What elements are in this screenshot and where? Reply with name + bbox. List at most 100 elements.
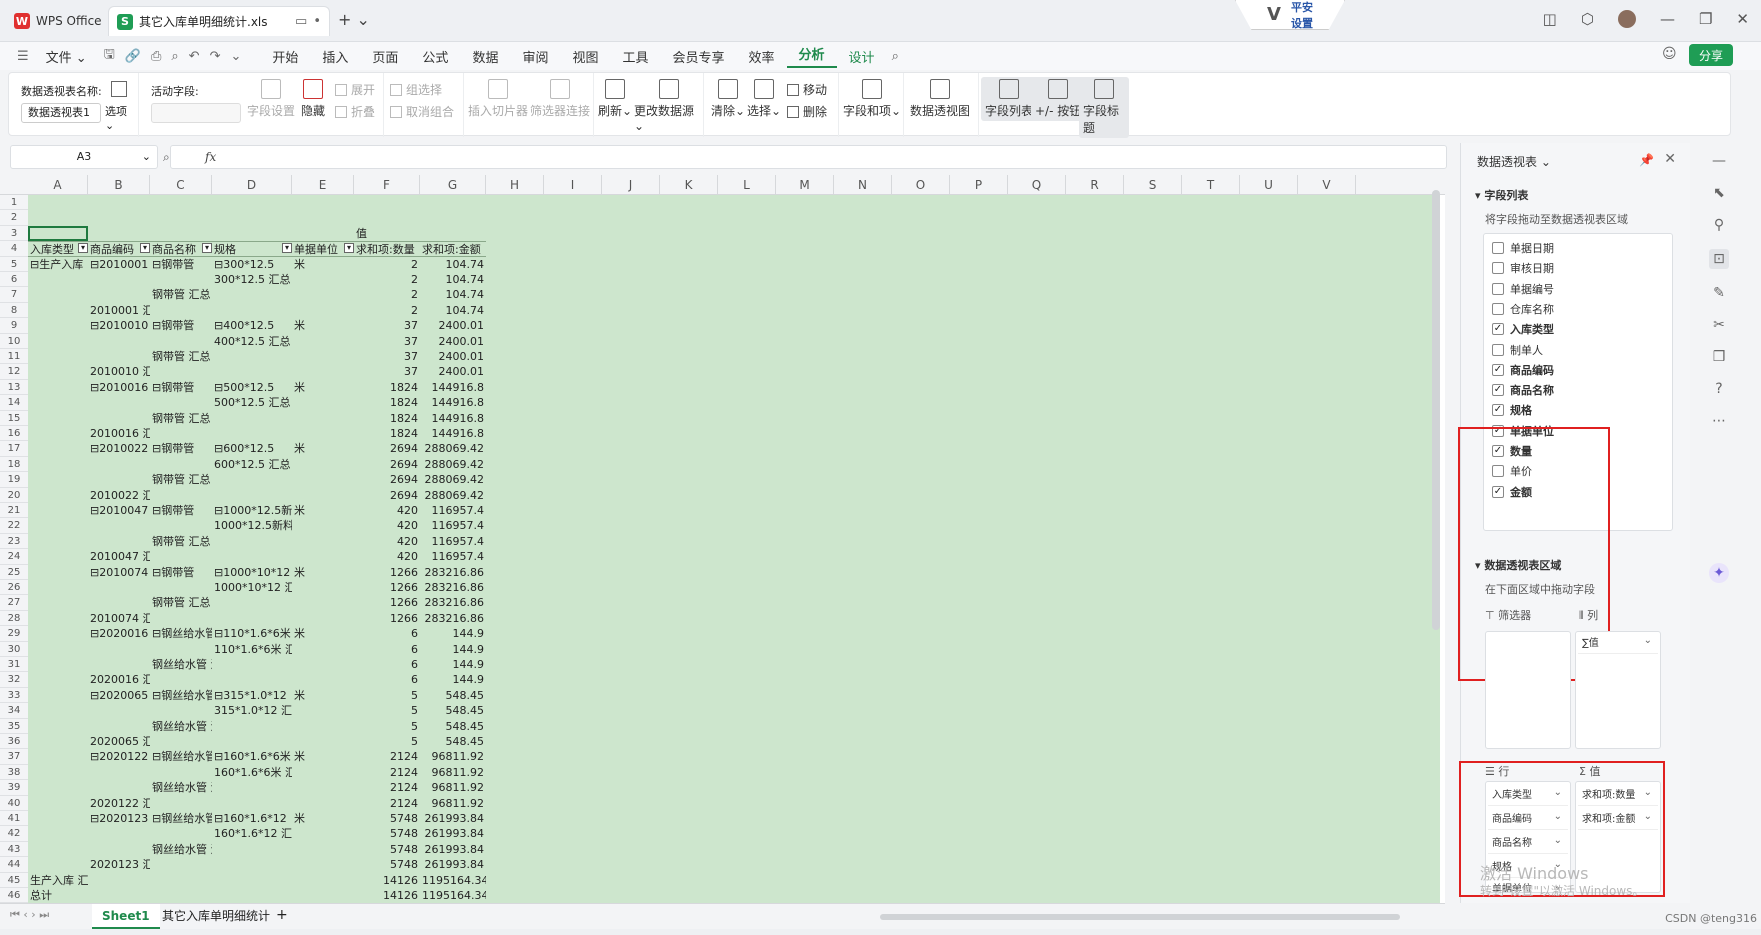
row-header[interactable]: 8 <box>0 302 28 319</box>
pivot-cell[interactable]: ⊟钢丝给水管 <box>150 749 212 764</box>
column-header[interactable]: M <box>776 175 834 195</box>
wps-home-tab[interactable]: W WPS Office <box>6 8 110 34</box>
pivot-cell[interactable]: 5748 <box>354 826 420 841</box>
book-icon[interactable]: ❒ <box>1709 347 1729 367</box>
options-icon[interactable] <box>111 81 127 97</box>
pivot-cell[interactable]: ⊟315*1.0*12 <box>212 688 292 703</box>
active-field-input[interactable] <box>151 103 241 123</box>
pivot-cell[interactable]: 2694 <box>354 441 420 456</box>
insert-slicer-button[interactable]: 插入切片器 <box>468 79 528 119</box>
row-header[interactable]: 28 <box>0 610 28 627</box>
pivot-cell[interactable]: 288069.42 <box>420 441 486 456</box>
screen-icon[interactable]: ▭ <box>295 14 307 29</box>
pivot-cell[interactable]: 2020016 汇总 <box>88 672 150 687</box>
pivot-cell[interactable]: 钢带管 汇总 <box>150 411 212 426</box>
top-badge[interactable]: V 平安 设置 <box>1235 0 1345 30</box>
field-item[interactable]: ✓ 商品名称 <box>1492 382 1554 398</box>
pivot-cell[interactable]: ⊟110*1.6*6米 <box>212 626 292 641</box>
row-header[interactable]: 42 <box>0 826 28 842</box>
pivot-cell[interactable]: ⊟2010001 <box>88 257 150 272</box>
row-header[interactable]: 9 <box>0 318 28 334</box>
filter-dropdown-icon[interactable]: ▾ <box>344 243 354 254</box>
pivot-cell[interactable]: 500*12.5 汇总 <box>212 395 292 410</box>
pivot-cell[interactable]: 1000*12.5新料 汇总 <box>212 518 292 533</box>
expand-button[interactable]: 展开 <box>335 81 375 98</box>
pivot-cell[interactable]: ⊟钢带管 <box>150 257 212 272</box>
file-tab[interactable]: S 其它入库单明细统计.xls ▭ • <box>108 6 330 36</box>
row-header[interactable]: 27 <box>0 595 28 611</box>
field-settings-button[interactable]: 字段设置 <box>247 79 295 119</box>
pivot-cell[interactable]: 6 <box>354 672 420 687</box>
pivot-cell[interactable]: 2124 <box>354 780 420 795</box>
menu-review[interactable]: 审阅 <box>510 47 560 66</box>
zoom-icon[interactable]: ⌕ <box>163 146 170 168</box>
row-header[interactable]: 15 <box>0 410 28 426</box>
pivot-cell[interactable]: 420 <box>354 518 420 533</box>
pivot-cell[interactable]: 2010016 汇总 <box>88 426 150 441</box>
pivot-cell[interactable]: 钢带管 汇总 <box>150 472 212 487</box>
pivot-cell[interactable]: 米 <box>292 257 354 272</box>
column-header[interactable]: S <box>1124 175 1182 195</box>
filter-dropdown-icon[interactable]: ▾ <box>78 243 88 254</box>
field-item[interactable]: ✓ 入库类型 <box>1492 321 1554 337</box>
pivot-cell[interactable]: 144916.8 <box>420 411 486 426</box>
pivot-cell[interactable]: ⊟2010022 <box>88 441 150 456</box>
chat-icon[interactable]: ☺ <box>1662 46 1677 62</box>
row-header[interactable]: 5 <box>0 256 28 272</box>
pivot-cell[interactable]: 283216.86 <box>420 611 486 626</box>
pivot-cell[interactable]: ⊟1000*12.5新料 <box>212 503 292 518</box>
move-button[interactable]: 移动 <box>787 81 827 98</box>
pivot-cell[interactable]: 钢丝给水管 汇总 <box>150 842 212 857</box>
pivot-cell[interactable]: 2400.01 <box>420 364 486 379</box>
pivot-cell[interactable]: 6 <box>354 642 420 657</box>
pivot-cell[interactable]: 钢带管 汇总 <box>150 534 212 549</box>
pivot-cell[interactable]: 米 <box>292 503 354 518</box>
pivot-cell[interactable]: 104.74 <box>420 272 486 287</box>
pivot-cell[interactable]: 104.74 <box>420 287 486 302</box>
pivot-cell[interactable]: 300*12.5 汇总 <box>212 272 292 287</box>
row-header[interactable]: 33 <box>0 687 28 704</box>
pivot-cell[interactable]: 1824 <box>354 426 420 441</box>
pivot-cell[interactable]: 37 <box>354 318 420 333</box>
pivot-cell[interactable]: 110*1.6*6米 汇总 <box>212 642 292 657</box>
pivot-header[interactable]: 求和项:数量 <box>354 241 420 257</box>
group-select-button[interactable]: 组选择 <box>390 81 442 98</box>
save-icon[interactable]: 🖫 <box>99 45 120 67</box>
pivot-cell[interactable]: 96811.92 <box>420 765 486 780</box>
pivot-cell[interactable]: 37 <box>354 364 420 379</box>
menu-page[interactable]: 页面 <box>360 47 410 66</box>
clear-button[interactable]: 清除⌄ <box>711 79 745 119</box>
menu-view[interactable]: 视图 <box>560 47 610 66</box>
row-header[interactable]: 29 <box>0 626 28 642</box>
column-header[interactable]: C <box>150 175 212 195</box>
pivot-cell[interactable]: 144.9 <box>420 672 486 687</box>
pivot-cell[interactable]: 548.45 <box>420 719 486 734</box>
pivot-cell[interactable]: 14126 <box>354 873 420 888</box>
pivot-cell[interactable]: 钢带管 汇总 <box>150 349 212 364</box>
pivot-cell[interactable]: ⊟600*12.5 <box>212 441 292 456</box>
pivot-cell[interactable]: 2010074 汇总 <box>88 611 150 626</box>
column-header[interactable]: I <box>544 175 602 195</box>
pivot-cell[interactable]: 1266 <box>354 611 420 626</box>
pivot-cell[interactable]: 5748 <box>354 842 420 857</box>
field-item[interactable]: ✓ 商品编码 <box>1492 362 1554 378</box>
pivot-cell[interactable]: 2010001 汇总 <box>88 303 150 318</box>
row-header[interactable]: 34 <box>0 703 28 719</box>
column-header[interactable]: G <box>420 175 486 195</box>
column-item-values[interactable]: ∑值 <box>1578 631 1658 654</box>
pivot-cell[interactable]: ⊟2010010 <box>88 318 150 333</box>
menu-design[interactable]: 设计 <box>837 47 887 66</box>
pivot-cell[interactable]: 钢丝给水管 汇总 <box>150 657 212 672</box>
filter-dropdown-icon[interactable]: ▾ <box>202 243 212 254</box>
pivot-cell[interactable]: 1195164.34 <box>420 873 486 888</box>
column-header[interactable]: F <box>354 175 420 195</box>
row-header[interactable]: 41 <box>0 811 28 827</box>
row-header[interactable]: 43 <box>0 841 28 858</box>
pivot-cell[interactable]: 2400.01 <box>420 318 486 333</box>
pivot-header[interactable]: 求和项:金额 <box>420 241 486 257</box>
pivot-cell[interactable]: 144916.8 <box>420 380 486 395</box>
pivot-cell[interactable]: ⊟2010047 <box>88 503 150 518</box>
row-header[interactable]: 10 <box>0 333 28 349</box>
pivot-cell[interactable]: 2010047 汇总 <box>88 549 150 564</box>
delete-button[interactable]: 删除 <box>787 103 827 120</box>
